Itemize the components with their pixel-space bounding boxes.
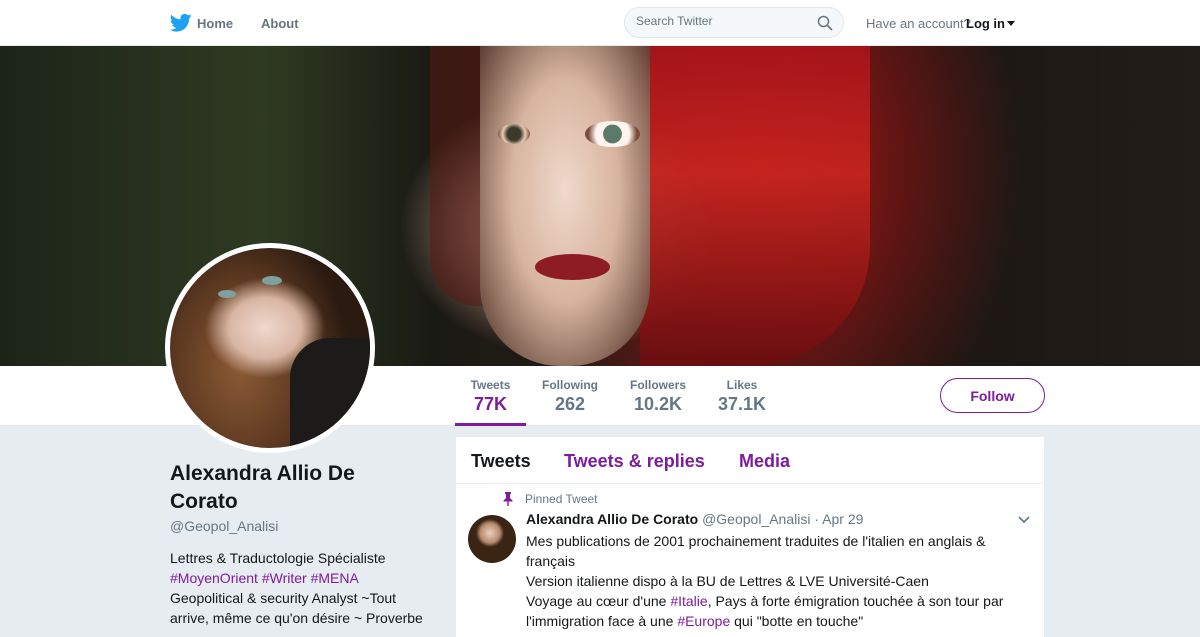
tweet-avatar[interactable]: [468, 515, 516, 563]
tab-media[interactable]: Media: [739, 451, 790, 472]
tweet-line: l'immigration face à une: [526, 613, 678, 629]
pinned-label: Pinned Tweet: [525, 492, 598, 506]
login-label[interactable]: Log in: [966, 16, 1005, 31]
profile-card: Alexandra Allio De Corato @Geopol_Analis…: [170, 460, 430, 628]
tweet-header: Alexandra Allio De Corato @Geopol_Analis…: [526, 511, 863, 527]
stat-tweets[interactable]: Tweets 77K: [455, 366, 526, 426]
stat-value: 77K: [473, 394, 508, 414]
stat-value: 37.1K: [717, 394, 767, 414]
banner-red-hood: [640, 46, 870, 366]
stat-label: Tweets: [470, 378, 511, 392]
search-icon[interactable]: [817, 15, 833, 31]
banner-lips: [535, 254, 610, 280]
tweet-author-name[interactable]: Alexandra Allio De Corato: [526, 511, 698, 527]
tweet-author-handle[interactable]: @Geopol_Analisi: [702, 511, 810, 527]
stat-value: 262: [554, 394, 586, 414]
login-dropdown[interactable]: Log in: [966, 16, 1015, 31]
tab-tweets[interactable]: Tweets: [471, 451, 531, 472]
profile-name-line[interactable]: Corato: [170, 490, 238, 513]
pin-icon: [503, 492, 513, 506]
tab-tweets-and-replies[interactable]: Tweets & replies: [564, 451, 705, 472]
top-navigation-bar: Home About Have an account? Log in: [0, 0, 1200, 46]
search-input[interactable]: [636, 14, 806, 28]
chevron-down-icon[interactable]: [1018, 516, 1030, 524]
twitter-bird-icon[interactable]: [170, 13, 192, 33]
avatar-shadow: [290, 338, 370, 448]
timeline: Tweets Tweets & replies Media Pinned Twe…: [456, 437, 1044, 637]
nav-home-link[interactable]: Home: [197, 16, 233, 31]
banner-face: [480, 46, 650, 366]
caret-down-icon[interactable]: [1007, 21, 1015, 26]
hashtag-link[interactable]: #Writer: [262, 570, 307, 586]
bio-text: Lettres & Traductologie Spécialiste: [170, 550, 386, 566]
stat-value: 10.2K: [633, 394, 683, 414]
tweet-line: Mes publications de 2001 prochainement t…: [526, 533, 986, 549]
profile-handle[interactable]: @Geopol_Analisi: [170, 518, 430, 534]
account-prompt: Have an account?: [866, 16, 971, 31]
search-box[interactable]: [624, 7, 844, 38]
profile-bio: Lettres & Traductologie Spécialiste #Moy…: [170, 548, 430, 628]
tweet-line: Version italienne dispo à la BU de Lettr…: [526, 573, 929, 589]
profile-name[interactable]: Alexandra Allio De Corato: [170, 460, 430, 516]
hashtag-link[interactable]: #Italie: [670, 593, 707, 609]
stat-followers[interactable]: Followers 10.2K: [624, 366, 692, 426]
avatar-eye: [218, 290, 236, 298]
stat-label: Following: [542, 378, 598, 392]
bio-text: Geopolitical & security Analyst ~Tout: [170, 590, 397, 606]
profile-avatar[interactable]: [165, 243, 375, 453]
tweet-line: qui "botte en touche": [730, 613, 864, 629]
bio-text: arrive, même ce qu'on désire ~ Proverbe: [170, 610, 423, 626]
stat-likes[interactable]: Likes 37.1K: [712, 366, 772, 426]
avatar-eye: [262, 276, 282, 285]
hashtag-link[interactable]: #MoyenOrient: [170, 570, 258, 586]
banner-eye: [585, 121, 640, 147]
tweet-date[interactable]: · Apr 29: [814, 511, 863, 527]
profile-name-line[interactable]: Alexandra Allio De: [170, 462, 355, 485]
follow-button[interactable]: Follow: [940, 378, 1045, 413]
stat-label: Likes: [726, 378, 758, 392]
stat-label: Followers: [629, 378, 686, 392]
tweet-line: français: [526, 553, 576, 569]
timeline-tabs: Tweets Tweets & replies Media: [456, 437, 1044, 484]
tweet-line: Voyage au cœur d'une: [526, 593, 671, 609]
stat-following[interactable]: Following 262: [538, 366, 602, 426]
banner-eye: [498, 124, 530, 144]
hashtag-link[interactable]: #Europe: [677, 613, 730, 629]
tweet-text: Mes publications de 2001 prochainement t…: [526, 531, 1026, 631]
nav-about-link[interactable]: About: [261, 16, 299, 31]
tweet-line: , Pays à forte émigration touchée à son …: [707, 593, 1004, 609]
hashtag-link[interactable]: #MENA: [311, 570, 359, 586]
